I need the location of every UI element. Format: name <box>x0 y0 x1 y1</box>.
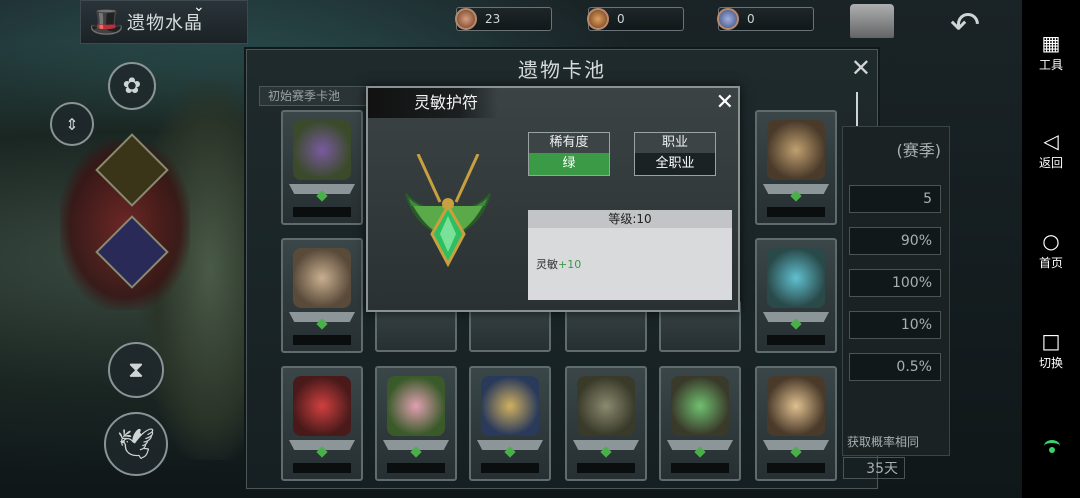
close-icon[interactable]: ✕ <box>851 54 871 82</box>
axe-icon <box>767 120 825 180</box>
potion-bottle-icon <box>767 248 825 308</box>
card-level-bar <box>293 207 351 217</box>
home-label: 首页 <box>1038 256 1063 270</box>
rate-row: 90% <box>849 227 941 255</box>
relic-card-goblet[interactable] <box>659 366 741 481</box>
wifi-icon <box>1044 440 1060 453</box>
top-hat-icon: 🎩 <box>89 5 124 38</box>
card-level-bar <box>481 463 539 473</box>
pocket-watch-icon <box>293 248 351 308</box>
hourglass-icon[interactable]: ⧗ <box>108 342 164 398</box>
relic-card-flower-basket[interactable] <box>281 110 363 225</box>
red-gem-icon <box>293 376 351 436</box>
relic-crystal-title: 遗物水晶 <box>127 13 203 34</box>
relic-card-dagger[interactable] <box>755 366 837 481</box>
chevron-down-icon[interactable]: ⌄ <box>193 0 205 15</box>
switch-label: 切换 <box>1038 356 1063 370</box>
card-level-bar <box>767 335 825 345</box>
probability-note: 获取概率相同 <box>847 435 920 449</box>
rarity-label: 稀有度 <box>529 133 609 153</box>
green-amulet-icon <box>405 154 491 268</box>
resource-value: 23 <box>485 12 501 26</box>
relic-level: 等级:10 <box>528 210 732 228</box>
relic-card-ram-head[interactable] <box>565 366 647 481</box>
ram-head-icon <box>577 376 635 436</box>
rose-emblem-icon[interactable]: ✿ <box>108 62 156 110</box>
currency-icon <box>587 8 609 30</box>
rate-row: 5 <box>849 185 941 213</box>
relic-card-red-gem[interactable] <box>281 366 363 481</box>
class-label: 职业 <box>635 133 715 153</box>
resource-value: 0 <box>747 12 755 26</box>
card-level-bar <box>293 463 351 473</box>
relic-card-anubis-mask[interactable] <box>469 366 551 481</box>
back-label: 返回 <box>1038 156 1063 170</box>
rate-row: 0.5% <box>849 353 941 381</box>
rate-row: 10% <box>849 311 941 339</box>
resource-counter-1: 23 <box>455 7 552 31</box>
rate-row: 100% <box>849 269 941 297</box>
rarity-tag: 稀有度 绿 <box>528 132 610 176</box>
card-level-bar <box>767 463 825 473</box>
days-remaining: 35天 <box>843 457 905 479</box>
close-icon[interactable]: ✕ <box>716 90 734 116</box>
class-tag: 职业 全职业 <box>634 132 716 176</box>
resource-counter-2: 0 <box>587 7 684 31</box>
relic-detail-box: 等级:10 灵敏+10 <box>528 210 732 300</box>
flower-basket-icon <box>293 120 351 180</box>
home-circle-icon: ○ <box>1042 229 1060 253</box>
system-nav-bar: ▦ 工具 ◁ 返回 ○ 首页 □ 切换 <box>1022 0 1080 498</box>
anubis-mask-icon <box>481 376 539 436</box>
goblet-icon <box>671 376 729 436</box>
relic-card-wreath[interactable] <box>375 366 457 481</box>
square-icon: □ <box>1041 329 1061 353</box>
relic-card-pocket-watch[interactable] <box>281 238 363 353</box>
treasure-chest-icon[interactable] <box>850 4 894 38</box>
relic-card-potion[interactable] <box>755 238 837 353</box>
class-value: 全职业 <box>655 156 695 171</box>
stat-line: 灵敏+10 <box>536 256 581 272</box>
resource-value: 0 <box>617 12 625 26</box>
relic-name: 灵敏护符 <box>368 88 498 118</box>
tools-button[interactable]: ▦ 工具 <box>1022 32 1080 73</box>
bird-emblem-icon[interactable]: 🕊 <box>104 412 168 476</box>
stat-bonus: +10 <box>558 258 582 271</box>
currency-icon <box>455 8 477 30</box>
card-pool-title: 遗物卡池 <box>518 58 606 82</box>
drop-rate-panel: (赛季) 5 90% 100% 10% 0.5% 获取概率相同 35天 <box>842 126 950 479</box>
currency-icon <box>717 8 739 30</box>
switch-button[interactable]: □ 切换 <box>1022 330 1080 371</box>
return-arrow-icon[interactable]: ↶ <box>950 8 980 44</box>
relic-crystal-header[interactable]: 🎩 遗物水晶 ⌄ <box>80 0 248 44</box>
card-level-bar <box>387 463 445 473</box>
flower-wreath-icon <box>387 376 445 436</box>
tools-label: 工具 <box>1038 58 1063 72</box>
card-level-bar <box>293 335 351 345</box>
back-button[interactable]: ◁ 返回 <box>1022 130 1080 171</box>
home-button[interactable]: ○ 首页 <box>1022 230 1080 271</box>
relic-detail-popup: 灵敏护符 ✕ 稀有度 绿 职业 全职业 等级:10 灵敏+10 <box>366 86 740 312</box>
drop-rate-header: (赛季) <box>896 141 942 160</box>
card-level-bar <box>767 207 825 217</box>
relic-card-axe[interactable] <box>755 110 837 225</box>
grid-icon: ▦ <box>1041 31 1061 55</box>
back-triangle-icon: ◁ <box>1043 129 1059 153</box>
stat-name: 灵敏 <box>536 258 558 271</box>
rarity-value: 绿 <box>529 153 609 175</box>
resource-counter-3: 0 <box>717 7 814 31</box>
dagger-icon <box>767 376 825 436</box>
up-down-toggle-icon[interactable]: ⇕ <box>50 102 94 146</box>
card-level-bar <box>671 463 729 473</box>
card-level-bar <box>577 463 635 473</box>
